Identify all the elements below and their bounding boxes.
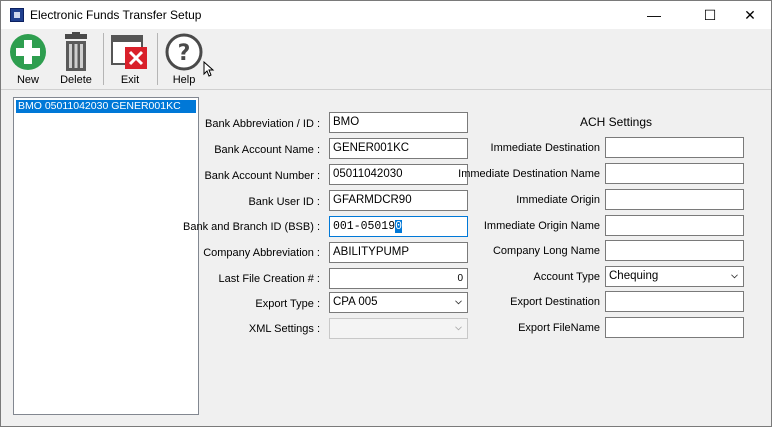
efts-window: Electronic Funds Transfer Setup — ☐ ✕ Ne… bbox=[0, 0, 772, 427]
company-abbrev-field[interactable]: ABILITYPUMP bbox=[329, 242, 468, 263]
bank-account-list[interactable]: BMO 05011042030 GENER001KC bbox=[13, 97, 199, 415]
immediate-origin-field[interactable] bbox=[605, 189, 744, 210]
immediate-destination-name-field[interactable] bbox=[605, 163, 744, 184]
account-type-select[interactable]: Chequing bbox=[605, 266, 744, 287]
export-destination-label: Export Destination bbox=[510, 296, 600, 308]
list-item[interactable]: BMO 05011042030 GENER001KC bbox=[16, 100, 196, 113]
account-name-field[interactable]: GENER001KC bbox=[329, 138, 468, 159]
immediate-destination-name-label: Immediate Destination Name bbox=[458, 168, 600, 180]
new-label: New bbox=[16, 74, 39, 86]
delete-icon bbox=[65, 32, 87, 71]
bsb-value: 001-05019 bbox=[333, 220, 396, 233]
minimize-button[interactable]: — bbox=[631, 1, 677, 29]
ach-settings-title: ACH Settings bbox=[580, 115, 653, 129]
export-filename-label: Export FileName bbox=[518, 322, 600, 334]
export-destination-field[interactable] bbox=[605, 291, 744, 312]
account-number-field[interactable]: 05011042030 bbox=[329, 164, 468, 185]
help-label: Help bbox=[172, 74, 196, 86]
chevron-down-icon bbox=[731, 274, 738, 279]
bsb-field[interactable]: 001-050190 bbox=[329, 216, 468, 237]
immediate-destination-field[interactable] bbox=[605, 137, 744, 158]
user-id-label: Bank User ID : bbox=[248, 196, 320, 208]
help-button[interactable]: ? Help bbox=[163, 29, 205, 87]
app-icon bbox=[10, 8, 24, 22]
bsb-label: Bank and Branch ID (BSB) : bbox=[183, 221, 320, 233]
toolbar-separator bbox=[103, 33, 104, 85]
new-icon bbox=[10, 34, 46, 70]
exit-button[interactable]: Exit bbox=[109, 29, 151, 87]
last-file-label: Last File Creation # : bbox=[218, 273, 321, 285]
toolbar-separator bbox=[157, 33, 158, 85]
exit-label: Exit bbox=[120, 74, 140, 86]
new-button[interactable]: New bbox=[7, 29, 49, 87]
exit-icon bbox=[111, 35, 147, 69]
export-filename-field[interactable] bbox=[605, 317, 744, 338]
account-type-label: Account Type bbox=[533, 271, 600, 283]
chevron-down-icon bbox=[455, 326, 462, 331]
account-type-value: Chequing bbox=[609, 270, 659, 282]
xml-settings-select bbox=[329, 318, 468, 339]
user-id-field[interactable]: GFARMDCR90 bbox=[329, 190, 468, 211]
xml-settings-label: XML Settings : bbox=[248, 323, 320, 335]
bank-abbrev-label: Bank Abbreviation / ID : bbox=[205, 118, 320, 130]
toolbar: New Delete Exit ? Help bbox=[1, 29, 771, 90]
last-file-field[interactable]: 0 bbox=[329, 268, 468, 289]
bank-abbrev-field[interactable]: BMO bbox=[329, 112, 468, 133]
export-type-value: CPA 005 bbox=[333, 296, 378, 308]
delete-button[interactable]: Delete bbox=[55, 29, 97, 87]
delete-label: Delete bbox=[60, 74, 92, 86]
close-button[interactable]: ✕ bbox=[727, 1, 772, 29]
mouse-cursor-icon bbox=[203, 61, 215, 77]
company-abbrev-label: Company Abbreviation : bbox=[203, 247, 320, 259]
immediate-origin-name-field[interactable] bbox=[605, 215, 744, 236]
bsb-selected-text: 0 bbox=[395, 220, 403, 233]
account-number-label: Bank Account Number : bbox=[204, 170, 320, 182]
company-long-name-label: Company Long Name bbox=[492, 245, 600, 257]
help-icon: ? bbox=[165, 33, 203, 71]
immediate-origin-label: Immediate Origin bbox=[516, 194, 600, 206]
export-type-select[interactable]: CPA 005 bbox=[329, 292, 468, 313]
window-title: Electronic Funds Transfer Setup bbox=[30, 8, 202, 22]
company-long-name-field[interactable] bbox=[605, 240, 744, 261]
export-type-label: Export Type : bbox=[255, 298, 320, 310]
chevron-down-icon bbox=[455, 300, 462, 305]
svg-text:?: ? bbox=[178, 41, 191, 66]
account-name-label: Bank Account Name : bbox=[214, 144, 320, 156]
immediate-destination-label: Immediate Destination bbox=[490, 142, 600, 154]
immediate-origin-name-label: Immediate Origin Name bbox=[483, 220, 600, 232]
title-bar: Electronic Funds Transfer Setup — ☐ ✕ bbox=[1, 1, 771, 29]
